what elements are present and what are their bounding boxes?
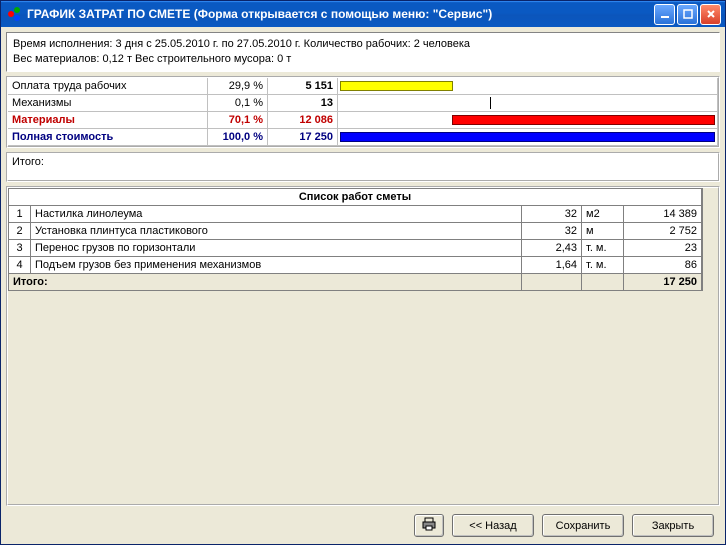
cost-percent: 70,1 % [208, 112, 268, 129]
table-row[interactable]: 4 Подъем грузов без применения механизмо… [9, 256, 702, 273]
cost-value: 5 151 [268, 78, 338, 95]
empty-area [8, 291, 718, 504]
row-name: Настилка линолеума [31, 205, 522, 222]
row-name: Перенос грузов по горизонтали [31, 239, 522, 256]
cost-bar [340, 132, 715, 142]
cost-tick [490, 97, 491, 109]
cost-breakdown: Оплата труда рабочих 29,9 % 5 151 Механи… [6, 76, 720, 148]
table-row[interactable]: 1 Настилка линолеума 32 м2 14 389 [9, 205, 702, 222]
scrollbar[interactable] [702, 188, 718, 291]
table-row[interactable]: 3 Перенос грузов по горизонтали 2,43 т. … [9, 239, 702, 256]
cost-percent: 100,0 % [208, 129, 268, 146]
minimize-button[interactable] [654, 4, 675, 25]
row-num: 3 [9, 239, 31, 256]
window-title: ГРАФИК ЗАТРАТ ПО СМЕТЕ (Форма открываетс… [27, 7, 654, 21]
summary-line-2: Вес материалов: 0,12 т Вес строительного… [13, 52, 713, 67]
window-controls [654, 4, 721, 25]
row-unit: м2 [582, 205, 624, 222]
cost-percent: 29,9 % [208, 78, 268, 95]
cost-value: 17 250 [268, 129, 338, 146]
itogo-panel: Итого: [6, 152, 720, 182]
summary-panel: Время исполнения: 3 дня с 25.05.2010 г. … [6, 32, 720, 72]
row-num: 1 [9, 205, 31, 222]
close-button[interactable] [700, 4, 721, 25]
row-unit: т. м. [582, 239, 624, 256]
cost-row-total: Полная стоимость 100,0 % 17 250 [8, 129, 718, 146]
app-icon [7, 6, 23, 22]
close-dialog-button[interactable]: Закрыть [632, 514, 714, 537]
client-area: Время исполнения: 3 дня с 25.05.2010 г. … [1, 27, 725, 544]
cost-value: 13 [268, 95, 338, 112]
cost-row-materials: Материалы 70,1 % 12 086 [8, 112, 718, 129]
cost-row-mech: Механизмы 0,1 % 13 [8, 95, 718, 112]
save-button[interactable]: Сохранить [542, 514, 624, 537]
row-amount: 86 [624, 256, 702, 273]
row-qty: 32 [522, 222, 582, 239]
row-num: 4 [9, 256, 31, 273]
cost-bar-cell [338, 112, 718, 129]
cost-label: Механизмы [8, 95, 208, 112]
row-name: Подъем грузов без применения механизмов [31, 256, 522, 273]
row-qty: 32 [522, 205, 582, 222]
table-footer: Итого: 17 250 [9, 273, 702, 290]
summary-line-1: Время исполнения: 3 дня с 25.05.2010 г. … [13, 37, 713, 52]
cost-value: 12 086 [268, 112, 338, 129]
table-row[interactable]: 2 Установка плинтуса пластикового 32 м 2… [9, 222, 702, 239]
button-bar: << Назад Сохранить Закрыть [6, 510, 720, 539]
cost-label: Материалы [8, 112, 208, 129]
row-amount: 14 389 [624, 205, 702, 222]
titlebar: ГРАФИК ЗАТРАТ ПО СМЕТЕ (Форма открываетс… [1, 1, 725, 27]
row-num: 2 [9, 222, 31, 239]
itogo-label: Итого: [12, 156, 44, 168]
row-qty: 1,64 [522, 256, 582, 273]
row-qty: 2,43 [522, 239, 582, 256]
cost-row-labor: Оплата труда рабочих 29,9 % 5 151 [8, 78, 718, 95]
works-header: Список работ сметы [8, 188, 702, 205]
printer-icon [421, 517, 437, 534]
maximize-button[interactable] [677, 4, 698, 25]
cost-label: Оплата труда рабочих [8, 78, 208, 95]
row-amount: 2 752 [624, 222, 702, 239]
footer-total: 17 250 [624, 273, 702, 290]
works-table: 1 Настилка линолеума 32 м2 14 389 2 Уста… [8, 205, 702, 291]
cost-bar-cell [338, 78, 718, 95]
row-unit: м [582, 222, 624, 239]
cost-bar [340, 81, 453, 91]
works-panel: Список работ сметы 1 Настилка линолеума … [6, 186, 720, 506]
cost-bar-cell [338, 129, 718, 146]
back-button[interactable]: << Назад [452, 514, 534, 537]
cost-bar [452, 115, 715, 125]
cost-percent: 0,1 % [208, 95, 268, 112]
app-window: ГРАФИК ЗАТРАТ ПО СМЕТЕ (Форма открываетс… [0, 0, 726, 545]
cost-bar-cell [338, 95, 718, 112]
row-amount: 23 [624, 239, 702, 256]
cost-label: Полная стоимость [8, 129, 208, 146]
row-unit: т. м. [582, 256, 624, 273]
print-button[interactable] [414, 514, 444, 537]
footer-label: Итого: [9, 273, 522, 290]
row-name: Установка плинтуса пластикового [31, 222, 522, 239]
